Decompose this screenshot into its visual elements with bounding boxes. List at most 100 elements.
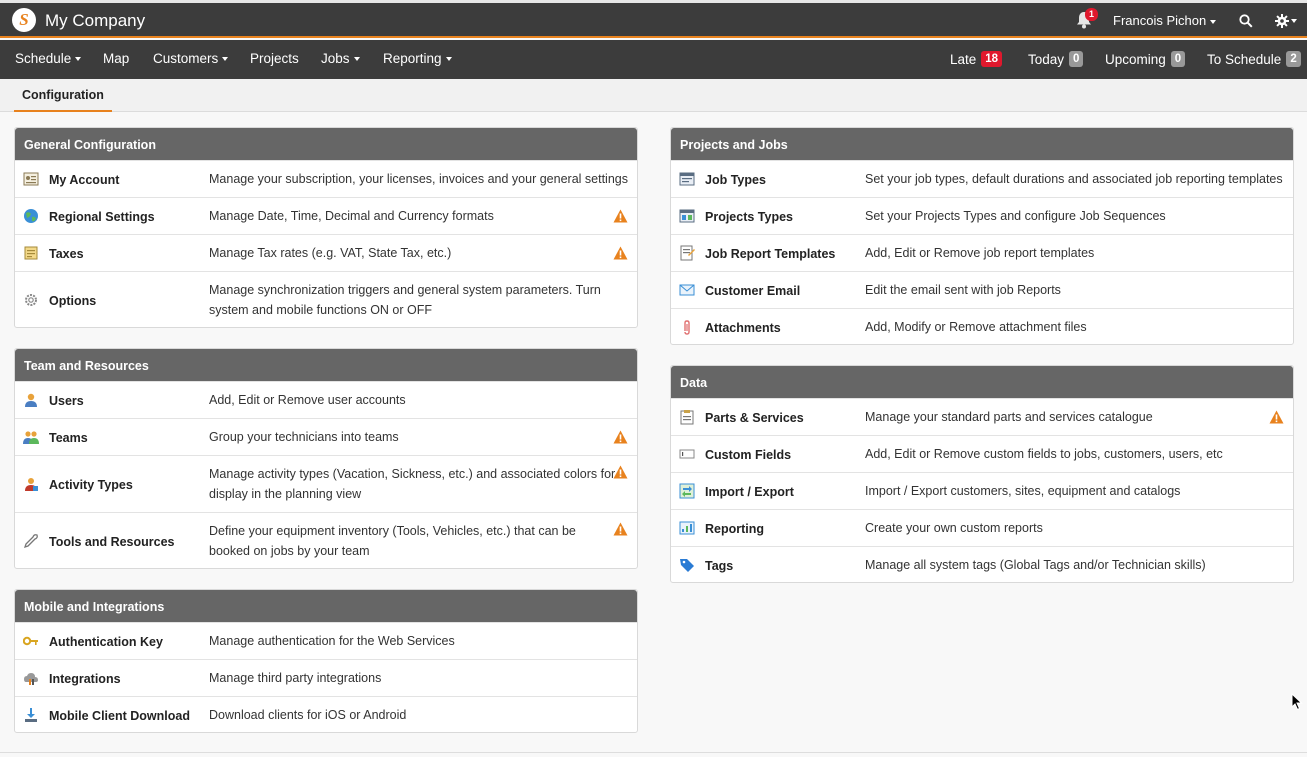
counter-badge: 0 xyxy=(1170,51,1186,67)
nav-reporting[interactable]: Reporting xyxy=(383,51,452,66)
logo-letter: S xyxy=(19,10,29,29)
user-name: Francois Pichon xyxy=(1113,13,1207,28)
nav-projects[interactable]: Projects xyxy=(250,51,299,66)
integration-icon xyxy=(24,673,38,685)
config-row-job-report-templates[interactable]: Job Report Templates Add, Edit or Remove… xyxy=(671,234,1293,271)
row-description: Create your own custom reports xyxy=(865,521,1043,535)
config-row-reporting[interactable]: Reporting Create your own custom reports xyxy=(671,509,1293,546)
chevron-down-icon xyxy=(353,57,360,62)
paperclip-icon xyxy=(684,320,690,335)
row-description: Manage third party integrations xyxy=(209,671,382,685)
warning-icon xyxy=(1269,410,1284,424)
row-title: Users xyxy=(49,394,84,408)
row-title: Authentication Key xyxy=(49,635,163,649)
counter-to-schedule[interactable]: To Schedule 2 xyxy=(1207,51,1301,67)
footer-divider xyxy=(0,752,1307,753)
config-row-my-account[interactable]: My Account Manage your subscription, you… xyxy=(15,160,637,197)
config-row-import-export[interactable]: Import / Export Import / Export customer… xyxy=(671,472,1293,509)
nav-label: Jobs xyxy=(321,51,350,66)
counter-label: Upcoming xyxy=(1105,51,1166,67)
company-logo[interactable]: S xyxy=(12,8,36,32)
user-menu[interactable]: Francois Pichon xyxy=(1113,13,1217,28)
panel-title: Projects and Jobs xyxy=(671,128,1293,160)
config-row-users[interactable]: Users Add, Edit or Remove user accounts xyxy=(15,381,637,418)
row-title: Tools and Resources xyxy=(49,535,175,549)
search-icon[interactable] xyxy=(1239,14,1253,28)
config-row-activity-types[interactable]: Activity Types Manage activity types (Va… xyxy=(15,455,637,512)
panel-title: General Configuration xyxy=(15,128,637,160)
config-row-authentication-key[interactable]: Authentication Key Manage authentication… xyxy=(15,622,637,659)
nav-label: Schedule xyxy=(15,51,72,66)
row-description: Add, Edit or Remove user accounts xyxy=(209,393,406,407)
row-title: Job Report Templates xyxy=(705,247,836,261)
config-row-projects-types[interactable]: Projects Types Set your Projects Types a… xyxy=(671,197,1293,234)
chevron-down-icon xyxy=(75,57,82,62)
row-description: Manage your subscription, your licenses,… xyxy=(209,172,628,186)
counter-upcoming[interactable]: Upcoming 0 xyxy=(1105,51,1186,67)
envelope-icon xyxy=(679,284,695,296)
config-row-tools-and-resources[interactable]: Tools and Resources Define your equipmen… xyxy=(15,512,637,568)
config-row-parts-and-services[interactable]: Parts & Services Manage your standard pa… xyxy=(671,398,1293,435)
row-title: Regional Settings xyxy=(49,210,155,224)
nav-customers[interactable]: Customers xyxy=(153,51,229,66)
config-row-mobile-client-download[interactable]: Mobile Client Download Download clients … xyxy=(15,696,637,732)
panel-data: Data Parts & Services Manage your standa… xyxy=(670,365,1294,583)
row-title: Custom Fields xyxy=(705,448,792,462)
row-description: Manage activity types (Vacation, Sicknes… xyxy=(209,467,616,501)
row-description: Set your Projects Types and configure Jo… xyxy=(865,209,1166,223)
config-row-integrations[interactable]: Integrations Manage third party integrat… xyxy=(15,659,637,696)
activity-icon xyxy=(25,478,38,491)
counter-label: Late xyxy=(950,51,977,67)
row-title: My Account xyxy=(49,173,120,187)
row-description: Manage all system tags (Global Tags and/… xyxy=(865,558,1206,572)
row-title: Integrations xyxy=(49,672,121,686)
key-icon xyxy=(23,636,38,646)
config-row-tags[interactable]: Tags Manage all system tags (Global Tags… xyxy=(671,546,1293,582)
nav-label: Reporting xyxy=(383,51,442,66)
company-name[interactable]: My Company xyxy=(45,11,145,31)
globe-icon xyxy=(24,209,38,223)
team-icon xyxy=(23,431,39,444)
reporting-icon xyxy=(679,521,695,535)
user-icon xyxy=(25,393,37,407)
counter-today[interactable]: Today 0 xyxy=(1028,51,1084,67)
panel-mobile-and-integrations: Mobile and Integrations Authentication K… xyxy=(14,589,638,733)
config-row-customer-email[interactable]: Customer Email Edit the email sent with … xyxy=(671,271,1293,308)
row-title: Job Types xyxy=(705,173,766,187)
tab-configuration[interactable]: Configuration xyxy=(14,79,112,112)
row-title: Tags xyxy=(705,559,734,573)
chevron-down-icon xyxy=(445,57,452,62)
tag-icon xyxy=(680,559,694,572)
panel-title: Team and Resources xyxy=(15,349,637,381)
config-row-attachments[interactable]: Attachments Add, Modify or Remove attach… xyxy=(671,308,1293,344)
row-title: Mobile Client Download xyxy=(49,709,190,723)
nav-label: Map xyxy=(103,51,130,66)
counter-badge: 18 xyxy=(981,51,1003,67)
config-row-options[interactable]: Options Manage synchronization triggers … xyxy=(15,271,637,327)
panel-team-and-resources: Team and Resources Users Add, Edit or Re… xyxy=(14,348,638,569)
mouse-cursor-icon xyxy=(1291,693,1303,711)
download-icon xyxy=(25,708,37,722)
nav-jobs[interactable]: Jobs xyxy=(321,51,360,66)
config-row-teams[interactable]: Teams Group your technicians into teams xyxy=(15,418,637,455)
config-row-job-types[interactable]: Job Types Set your job types, default du… xyxy=(671,160,1293,197)
row-title: Reporting xyxy=(705,522,765,536)
nav-schedule[interactable]: Schedule xyxy=(15,51,82,66)
row-description: Download clients for iOS or Android xyxy=(209,708,407,722)
project-types-icon xyxy=(679,209,695,223)
config-row-custom-fields[interactable]: Custom Fields Add, Edit or Remove custom… xyxy=(671,435,1293,472)
row-description: Manage your standard parts and services … xyxy=(865,410,1153,424)
row-title: Import / Export xyxy=(705,485,794,499)
row-description: Manage Date, Time, Decimal and Currency … xyxy=(209,209,494,223)
counter-late[interactable]: Late 18 xyxy=(950,51,1003,67)
config-row-regional-settings[interactable]: Regional Settings Manage Date, Time, Dec… xyxy=(15,197,637,234)
row-description: Edit the email sent with job Reports xyxy=(865,283,1061,297)
row-title: Attachments xyxy=(705,321,781,335)
row-description: Manage authentication for the Web Servic… xyxy=(209,634,455,648)
row-title: Options xyxy=(49,294,97,308)
config-row-taxes[interactable]: Taxes Manage Tax rates (e.g. VAT, State … xyxy=(15,234,637,271)
panel-projects-and-jobs: Projects and Jobs Job Types Set your job… xyxy=(670,127,1294,345)
settings-menu[interactable] xyxy=(1275,13,1297,28)
nav-map[interactable]: Map xyxy=(103,51,129,66)
row-description: Manage synchronization triggers and gene… xyxy=(209,283,601,317)
